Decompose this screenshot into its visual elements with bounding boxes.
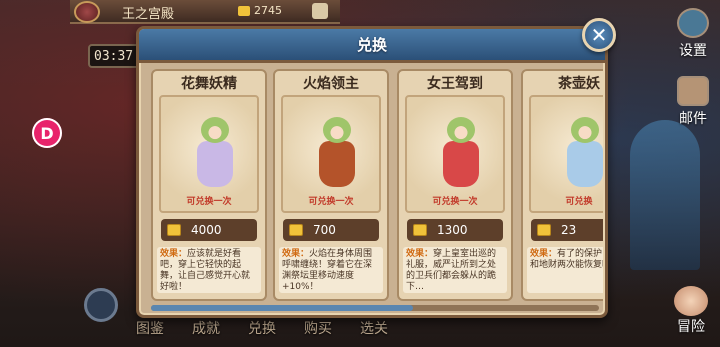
exchange-once-label: 可兑换一次 (432, 197, 478, 207)
character-head (201, 117, 229, 143)
card-description: 效果：穿上皇室出巡的礼服，威严让所到之处的卫兵们都会躲从的跪下… (403, 247, 507, 293)
exchange-once-label: 可兑换一次 (186, 197, 232, 207)
nav-purchase[interactable]: 购买 (304, 318, 332, 338)
nav-level-select[interactable]: 选关 (360, 318, 388, 338)
nav-exchange[interactable]: 兑换 (248, 318, 276, 338)
nav-achievements[interactable]: 成就 (192, 318, 220, 338)
price-value: 4000 (191, 223, 222, 237)
scrollbar-thumb[interactable] (151, 305, 413, 311)
costume-card[interactable]: 花舞妖精 可兑换一次 4000 效果：应该就是好看吧，穿上它轻快的起舞，让自己感… (151, 69, 267, 301)
effect-tag: 效果： (530, 249, 558, 259)
compass-icon[interactable] (84, 288, 118, 322)
character-body (319, 141, 355, 187)
gold-icon (537, 224, 551, 236)
character-sprite (193, 109, 237, 189)
countdown-timer: 03:37 (88, 44, 140, 68)
price-value: 700 (313, 223, 336, 237)
costume-card-list[interactable]: 花舞妖精 可兑换一次 4000 效果：应该就是好看吧，穿上它轻快的起舞，让自己感… (147, 67, 603, 313)
currency-counter: 2745 (238, 4, 282, 17)
adventure-avatar-icon (674, 286, 708, 316)
gold-icon (413, 224, 427, 236)
nav-codex[interactable]: 图鉴 (136, 318, 164, 338)
effect-tag: 效果： (406, 249, 434, 259)
price-button[interactable]: 700 (283, 219, 379, 241)
costume-preview: 可兑换一次 (405, 95, 505, 213)
gold-icon (289, 224, 303, 236)
effect-tag: 效果： (282, 249, 310, 259)
gear-icon (677, 8, 709, 38)
card-name: 花舞妖精 (181, 76, 237, 92)
costume-preview: 可兑换一次 (281, 95, 381, 213)
dialog-title: 兑换 (356, 36, 387, 54)
costume-card[interactable]: 女王驾到 可兑换一次 1300 效果：穿上皇室出巡的礼服，威严让所到之处的卫兵们… (397, 69, 513, 301)
exchange-once-label: 可兑换 (565, 197, 593, 207)
settings-label: 设置 (679, 43, 707, 59)
price-button[interactable]: 4000 (161, 219, 257, 241)
character-sprite (315, 109, 359, 189)
close-button[interactable]: ✕ (582, 18, 616, 52)
dialog-header: 兑换 (139, 29, 605, 63)
price-button[interactable]: 23 (531, 219, 603, 241)
price-value: 1300 (437, 223, 468, 237)
costume-card[interactable]: 茶壶妖 可兑换 23 效果：有了的保护，能和地财两次能恢复哦 (521, 69, 603, 301)
exchange-dialog: 兑换 花舞妖精 可兑换一次 4000 效果：应该就是好看吧，穿上它轻快的起舞，让… (136, 26, 608, 318)
camera-icon[interactable] (312, 3, 328, 19)
card-name: 火焰领主 (303, 76, 359, 92)
card-description: 效果：应该就是好看吧，穿上它轻快的起舞，让自己感觉开心就好啦！ (157, 247, 261, 293)
currency-amount: 2745 (254, 4, 282, 17)
top-status-bar (70, 0, 340, 24)
price-value: 23 (561, 223, 577, 237)
settings-button[interactable]: 设置 (672, 8, 714, 60)
effect-tag: 效果： (160, 249, 188, 259)
costume-preview: 可兑换 (529, 95, 603, 213)
mail-button[interactable]: 邮件 (672, 76, 714, 128)
mailbox-icon (677, 76, 709, 106)
character-sprite (563, 109, 603, 189)
floating-app-button[interactable]: D (32, 118, 62, 148)
mail-label: 邮件 (679, 111, 707, 127)
card-description: 效果：有了的保护，能和地财两次能恢复哦 (527, 247, 603, 293)
palace-emblem-icon (74, 1, 100, 23)
costume-card[interactable]: 火焰领主 可兑换一次 700 效果：火焰在身体周围呼啸缠绕！穿着它在深渊祭坛里移… (273, 69, 389, 301)
character-body (567, 141, 603, 187)
price-button[interactable]: 1300 (407, 219, 503, 241)
character-body (443, 141, 479, 187)
card-description: 效果：火焰在身体周围呼啸缠绕！穿着它在深渊祭坛里移动速度+10%！ (279, 247, 383, 293)
character-body (197, 141, 233, 187)
exchange-once-label: 可兑换一次 (308, 197, 354, 207)
character-sprite (439, 109, 483, 189)
adventure-button[interactable]: 冒险 (674, 286, 708, 336)
bottom-navigation: 图鉴 成就 兑换 购买 选关 (136, 318, 388, 338)
right-side-menu: 设置 邮件 (672, 8, 714, 144)
adventure-label: 冒险 (677, 319, 705, 335)
palace-title: 王之宫殿 (122, 7, 175, 22)
character-head (447, 117, 475, 143)
card-name: 女王驾到 (427, 76, 483, 92)
costume-preview: 可兑换一次 (159, 95, 259, 213)
character-head (571, 117, 599, 143)
character-head (323, 117, 351, 143)
gold-icon (167, 224, 181, 236)
card-name: 茶壶妖 (558, 76, 600, 92)
gold-icon (238, 5, 250, 16)
